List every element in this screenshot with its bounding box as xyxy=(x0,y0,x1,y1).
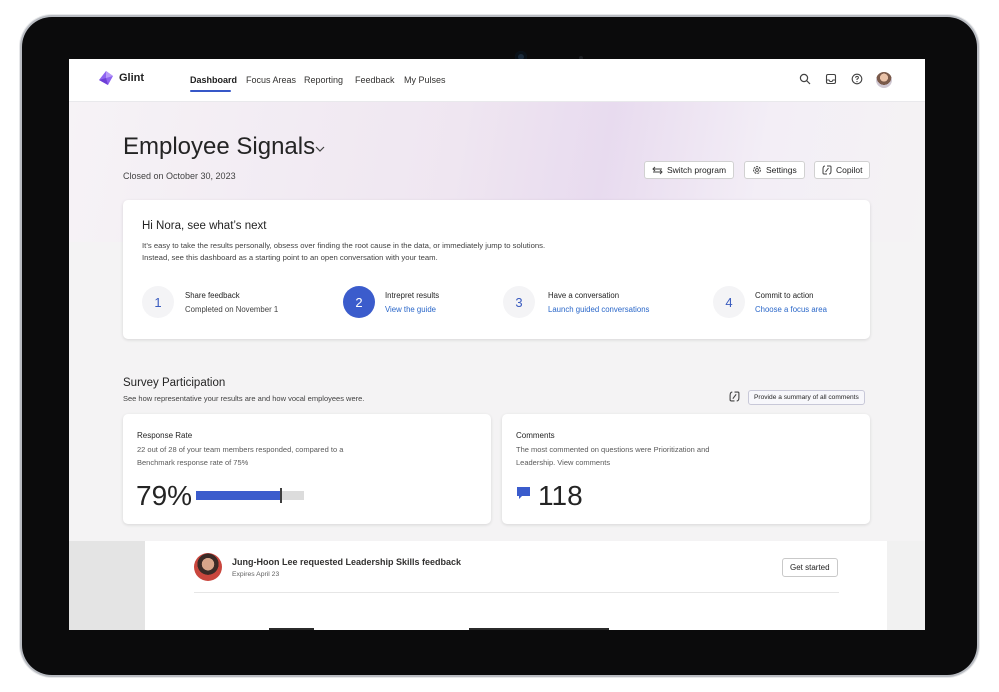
search-icon[interactable] xyxy=(799,73,811,85)
closed-date: Closed on October 30, 2023 xyxy=(123,171,236,181)
settings-label: Settings xyxy=(766,165,797,175)
get-started-button[interactable]: Get started xyxy=(782,558,838,577)
step-3-title: Have a conversation xyxy=(548,291,620,300)
step-3-circle: 3 xyxy=(503,286,535,318)
tab-feedback[interactable]: Feedback xyxy=(355,75,395,85)
response-rate-card: Response Rate 22 out of 28 of your team … xyxy=(123,414,491,524)
welcome-card: Hi Nora, see what’s next It’s easy to ta… xyxy=(123,200,870,339)
copilot-icon xyxy=(822,165,832,175)
summary-comments-button[interactable]: Provide a summary of all comments xyxy=(748,390,865,405)
comments-card: Comments The most commented on questions… xyxy=(502,414,870,524)
user-avatar[interactable] xyxy=(876,72,892,88)
partial-content-strip xyxy=(469,628,609,630)
active-tab-indicator xyxy=(190,90,231,92)
benchmark-marker xyxy=(280,488,283,503)
response-rate-line-1: 22 out of 28 of your team members respon… xyxy=(137,445,344,454)
response-rate-line-2: Benchmark response rate of 75% xyxy=(137,457,249,467)
app-screen: Glint Dashboard Focus Areas Reporting Fe… xyxy=(69,59,925,630)
view-guide-link[interactable]: View the guide xyxy=(385,305,436,314)
switch-arrows-icon xyxy=(652,166,663,174)
comments-title: Comments xyxy=(516,431,555,440)
step-4-circle: 4 xyxy=(713,286,745,318)
response-rate-description: 22 out of 28 of your team members respon… xyxy=(137,444,377,469)
intro-text: It’s easy to take the results personally… xyxy=(142,240,545,264)
glint-logo-icon xyxy=(99,71,113,85)
switch-program-button[interactable]: Switch program xyxy=(644,161,735,179)
response-rate-value: 79% xyxy=(136,480,193,511)
greeting: Hi Nora, see what’s next xyxy=(142,220,267,232)
step-2-title: Intrepret results xyxy=(385,291,440,300)
section-title: Survey Participation xyxy=(123,377,226,389)
switch-program-label: Switch program xyxy=(667,165,727,175)
partial-content-strip xyxy=(269,628,314,630)
step-1-title: Share feedback xyxy=(185,291,240,300)
request-panel xyxy=(145,541,887,630)
intro-line-2: Instead, see this dashboard as a startin… xyxy=(142,253,438,262)
page-title: Employee Signals xyxy=(123,133,316,160)
intro-line-1: It’s easy to take the results personally… xyxy=(142,241,546,250)
help-icon[interactable] xyxy=(851,73,863,85)
comments-line-2: Leadership. View comments xyxy=(516,457,611,467)
comment-bubble-icon xyxy=(517,487,530,499)
response-rate-bar xyxy=(196,491,304,500)
tab-reporting[interactable]: Reporting xyxy=(304,75,343,85)
chevron-down-icon[interactable] xyxy=(315,145,325,153)
inbox-icon[interactable] xyxy=(825,73,837,85)
request-expiry: Expires April 23 xyxy=(232,571,280,578)
divider xyxy=(194,592,839,593)
response-rate-title: Response Rate xyxy=(137,431,193,440)
copilot-icon xyxy=(729,391,740,402)
requester-avatar xyxy=(194,553,222,581)
tab-focus-areas[interactable]: Focus Areas xyxy=(246,75,296,85)
comments-line-1: The most commented on questions were Pri… xyxy=(516,445,710,454)
step-1-circle: 1 xyxy=(142,286,174,318)
section-subtitle: See how representative your results are … xyxy=(123,394,365,403)
comments-description: The most commented on questions were Pri… xyxy=(516,444,756,469)
request-title: Jung-Hoon Lee requested Leadership Skill… xyxy=(232,557,462,567)
response-rate-bar-fill xyxy=(196,491,282,500)
side-panel-left xyxy=(69,541,145,630)
step-2-circle: 2 xyxy=(343,286,375,318)
copilot-button[interactable]: Copilot xyxy=(814,161,871,179)
copilot-label: Copilot xyxy=(836,165,863,175)
brand-name: Glint xyxy=(119,72,145,84)
top-navbar: Glint Dashboard Focus Areas Reporting Fe… xyxy=(69,59,925,102)
settings-button[interactable]: Settings xyxy=(744,161,805,179)
comments-count: 118 xyxy=(538,480,583,511)
gear-icon xyxy=(753,166,761,174)
step-1-subtitle: Completed on November 1 xyxy=(185,305,279,314)
launch-conversations-link[interactable]: Launch guided conversations xyxy=(548,305,649,314)
tab-dashboard[interactable]: Dashboard xyxy=(190,75,237,85)
side-panel-right xyxy=(887,541,925,630)
tab-my-pulses[interactable]: My Pulses xyxy=(404,75,446,85)
choose-focus-area-link[interactable]: Choose a focus area xyxy=(755,305,827,314)
step-4-title: Commit to action xyxy=(755,291,814,300)
